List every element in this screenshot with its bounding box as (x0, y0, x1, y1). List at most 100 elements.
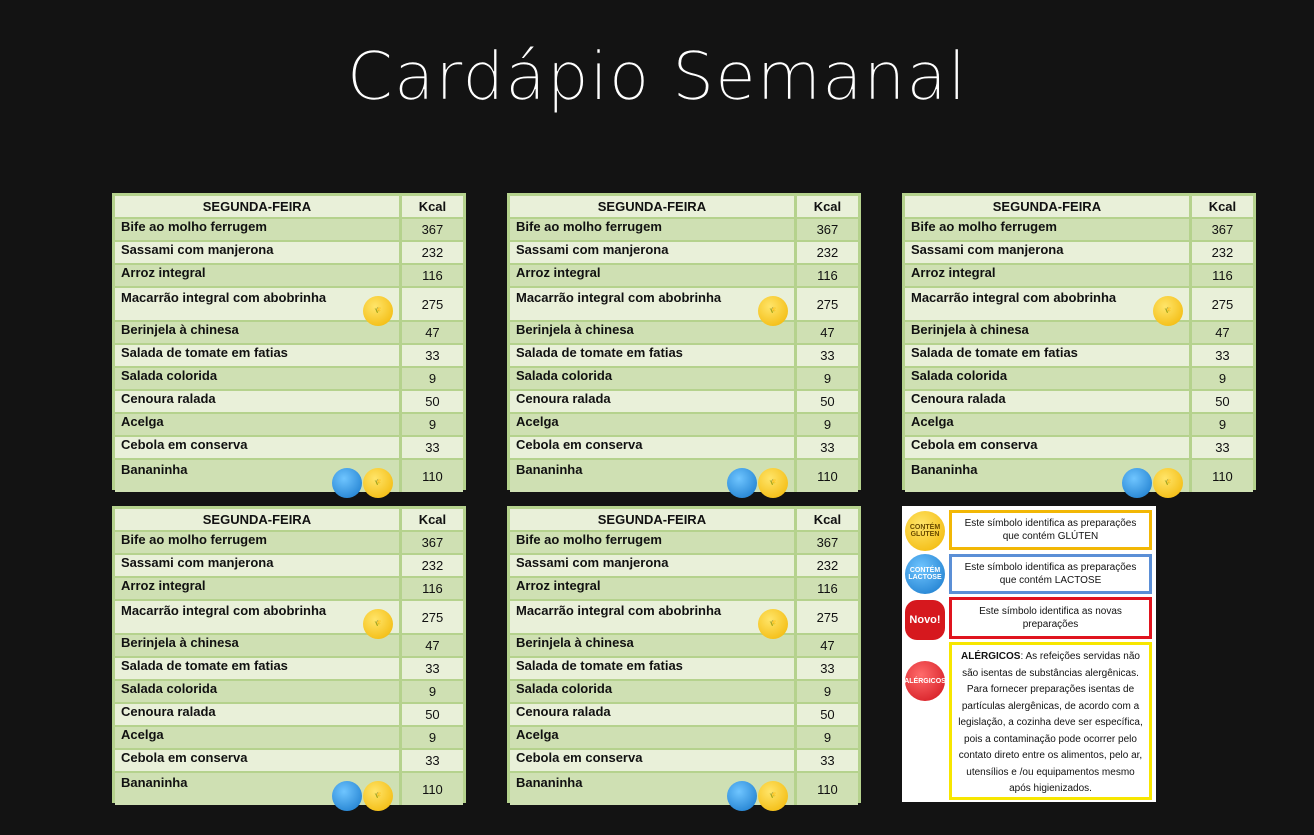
menu-row: Sassami com manjerona 232 (115, 242, 463, 263)
menu-table: SEGUNDA-FEIRA Kcal Bife ao molho ferrugem 3… (115, 194, 463, 498)
menu-row: Salada colorida 9 (510, 368, 858, 389)
menu-row: Acelga 9 (510, 414, 858, 435)
dish-name: Bananinha (516, 462, 583, 477)
dish-kcal: 275 (401, 288, 463, 320)
menu-row: Acelga 9 (115, 414, 463, 435)
lactose-icon (726, 468, 757, 498)
dish-kcal: 275 (796, 601, 858, 633)
dish-kcal: 275 (401, 601, 463, 633)
dish-name: Acelga (516, 414, 559, 429)
dish-name: Arroz integral (516, 265, 601, 280)
menu-card: SEGUNDA-FEIRA Kcal Bife ao molho ferrugem 3… (112, 193, 466, 498)
dish-kcal: 232 (1191, 242, 1253, 263)
dish-name: Sassami com manjerona (121, 555, 274, 570)
menu-card: SEGUNDA-FEIRA Kcal Bife ao molho ferrugem 3… (507, 506, 861, 811)
dish-name: Acelga (516, 727, 559, 742)
page-title: Cardápio Semanal (346, 38, 968, 116)
gluten-icon (362, 781, 393, 811)
legend-panel: CONTÉM GLÚTEN Este símbolo identifica as… (902, 506, 1156, 802)
menu-row: Bife ao molho ferrugem 367 (115, 532, 463, 553)
dish-name: Berinjela à chinesa (516, 322, 634, 337)
menu-row: Cebola em conserva 33 (905, 437, 1253, 458)
legend-allergens-text: ALÉRGICOS: As refeições servidas não são… (949, 642, 1152, 800)
dish-name: Macarrão integral com abobrinha (516, 290, 722, 305)
menu-row: Berinjela à chinesa 47 (510, 635, 858, 656)
lactose-icon (726, 781, 757, 811)
dish-kcal: 33 (1191, 437, 1253, 458)
dish-name: Sassami com manjerona (516, 242, 669, 257)
menu-row: Berinjela à chinesa 47 (510, 322, 858, 343)
dish-name: Cenoura ralada (911, 391, 1006, 406)
dish-name: Acelga (121, 414, 164, 429)
dish-name: Sassami com manjerona (121, 242, 274, 257)
menu-row: Acelga 9 (905, 414, 1253, 435)
dish-kcal: 47 (401, 322, 463, 343)
menu-row: Cebola em conserva 33 (510, 437, 858, 458)
dish-name: Macarrão integral com abobrinha (911, 290, 1117, 305)
dish-kcal: 367 (401, 532, 463, 553)
dish-name: Berinjela à chinesa (121, 322, 239, 337)
menu-row: Macarrão integral com abobrinha 275 (115, 288, 463, 326)
menu-row: Sassami com manjerona 232 (510, 242, 858, 263)
menu-row: Macarrão integral com abobrinha 275 (905, 288, 1253, 326)
menu-row: Macarrão integral com abobrinha 275 (510, 288, 858, 326)
dish-kcal: 9 (401, 727, 463, 748)
dish-kcal: 47 (796, 322, 858, 343)
gluten-icon: CONTÉM GLÚTEN (905, 511, 945, 551)
dish-name: Acelga (911, 414, 954, 429)
dish-name: Arroz integral (121, 265, 206, 280)
dish-name: Bananinha (911, 462, 978, 477)
kcal-header: Kcal (796, 509, 858, 530)
dish-name: Cenoura ralada (516, 704, 611, 719)
dish-kcal: 33 (796, 750, 858, 771)
menu-card: SEGUNDA-FEIRA Kcal Bife ao molho ferrugem 3… (902, 193, 1256, 498)
dish-name: Cebola em conserva (516, 437, 643, 452)
allergens-icon: ALÉRGICOS (904, 661, 946, 701)
menu-row: Arroz integral 116 (905, 265, 1253, 286)
menu-row: Bananinha 110 (115, 460, 463, 498)
novo-icon: Novo! (905, 600, 945, 640)
dish-name: Cebola em conserva (911, 437, 1038, 452)
day-header: SEGUNDA-FEIRA (115, 196, 402, 217)
menu-row: Sassami com manjerona 232 (510, 555, 858, 576)
dish-name: Salada de tomate em fatias (121, 345, 288, 360)
menu-row: Berinjela à chinesa 47 (115, 322, 463, 343)
dish-kcal: 33 (1191, 345, 1253, 366)
lactose-icon (331, 781, 362, 811)
allergens-title: ALÉRGICOS (961, 651, 1021, 662)
legend-novo-text: Este símbolo identifica as novas prepara… (949, 597, 1152, 639)
dish-name: Cenoura ralada (516, 391, 611, 406)
dish-name: Cenoura ralada (121, 391, 216, 406)
menu-row: Berinjela à chinesa 47 (905, 322, 1253, 343)
dish-kcal: 110 (1191, 460, 1253, 492)
dish-name: Bananinha (121, 462, 188, 477)
dish-name: Berinjela à chinesa (911, 322, 1029, 337)
dish-name: Berinjela à chinesa (121, 635, 239, 650)
gluten-icon (362, 468, 393, 498)
dish-kcal: 275 (1191, 288, 1253, 320)
dish-kcal: 47 (796, 635, 858, 656)
lactose-icon: CONTÉM LACTOSE (905, 554, 945, 594)
dish-name: Berinjela à chinesa (516, 635, 634, 650)
dish-kcal: 116 (401, 265, 463, 286)
dish-name: Sassami com manjerona (911, 242, 1064, 257)
dish-kcal: 47 (401, 635, 463, 656)
dish-name: Acelga (121, 727, 164, 742)
menu-row: Macarrão integral com abobrinha 275 (510, 601, 858, 639)
dish-name: Macarrão integral com abobrinha (516, 603, 722, 618)
menu-table: SEGUNDA-FEIRA Kcal Bife ao molho ferrugem 3… (905, 194, 1253, 498)
dish-kcal: 116 (401, 578, 463, 599)
dish-kcal: 116 (796, 265, 858, 286)
dish-kcal: 9 (401, 368, 463, 389)
dish-kcal: 33 (401, 345, 463, 366)
dish-name: Sassami com manjerona (516, 555, 669, 570)
dish-kcal: 9 (796, 727, 858, 748)
dish-kcal: 110 (401, 773, 463, 805)
menu-row: Salada de tomate em fatias 33 (905, 345, 1253, 366)
dish-kcal: 110 (796, 460, 858, 492)
dish-name: Salada de tomate em fatias (516, 658, 683, 673)
menu-table: SEGUNDA-FEIRA Kcal Bife ao molho ferrugem 3… (510, 507, 858, 811)
dish-name: Salada colorida (121, 368, 218, 383)
menu-table: SEGUNDA-FEIRA Kcal Bife ao molho ferrugem 3… (510, 194, 858, 498)
menu-row: Salada de tomate em fatias 33 (510, 658, 858, 679)
